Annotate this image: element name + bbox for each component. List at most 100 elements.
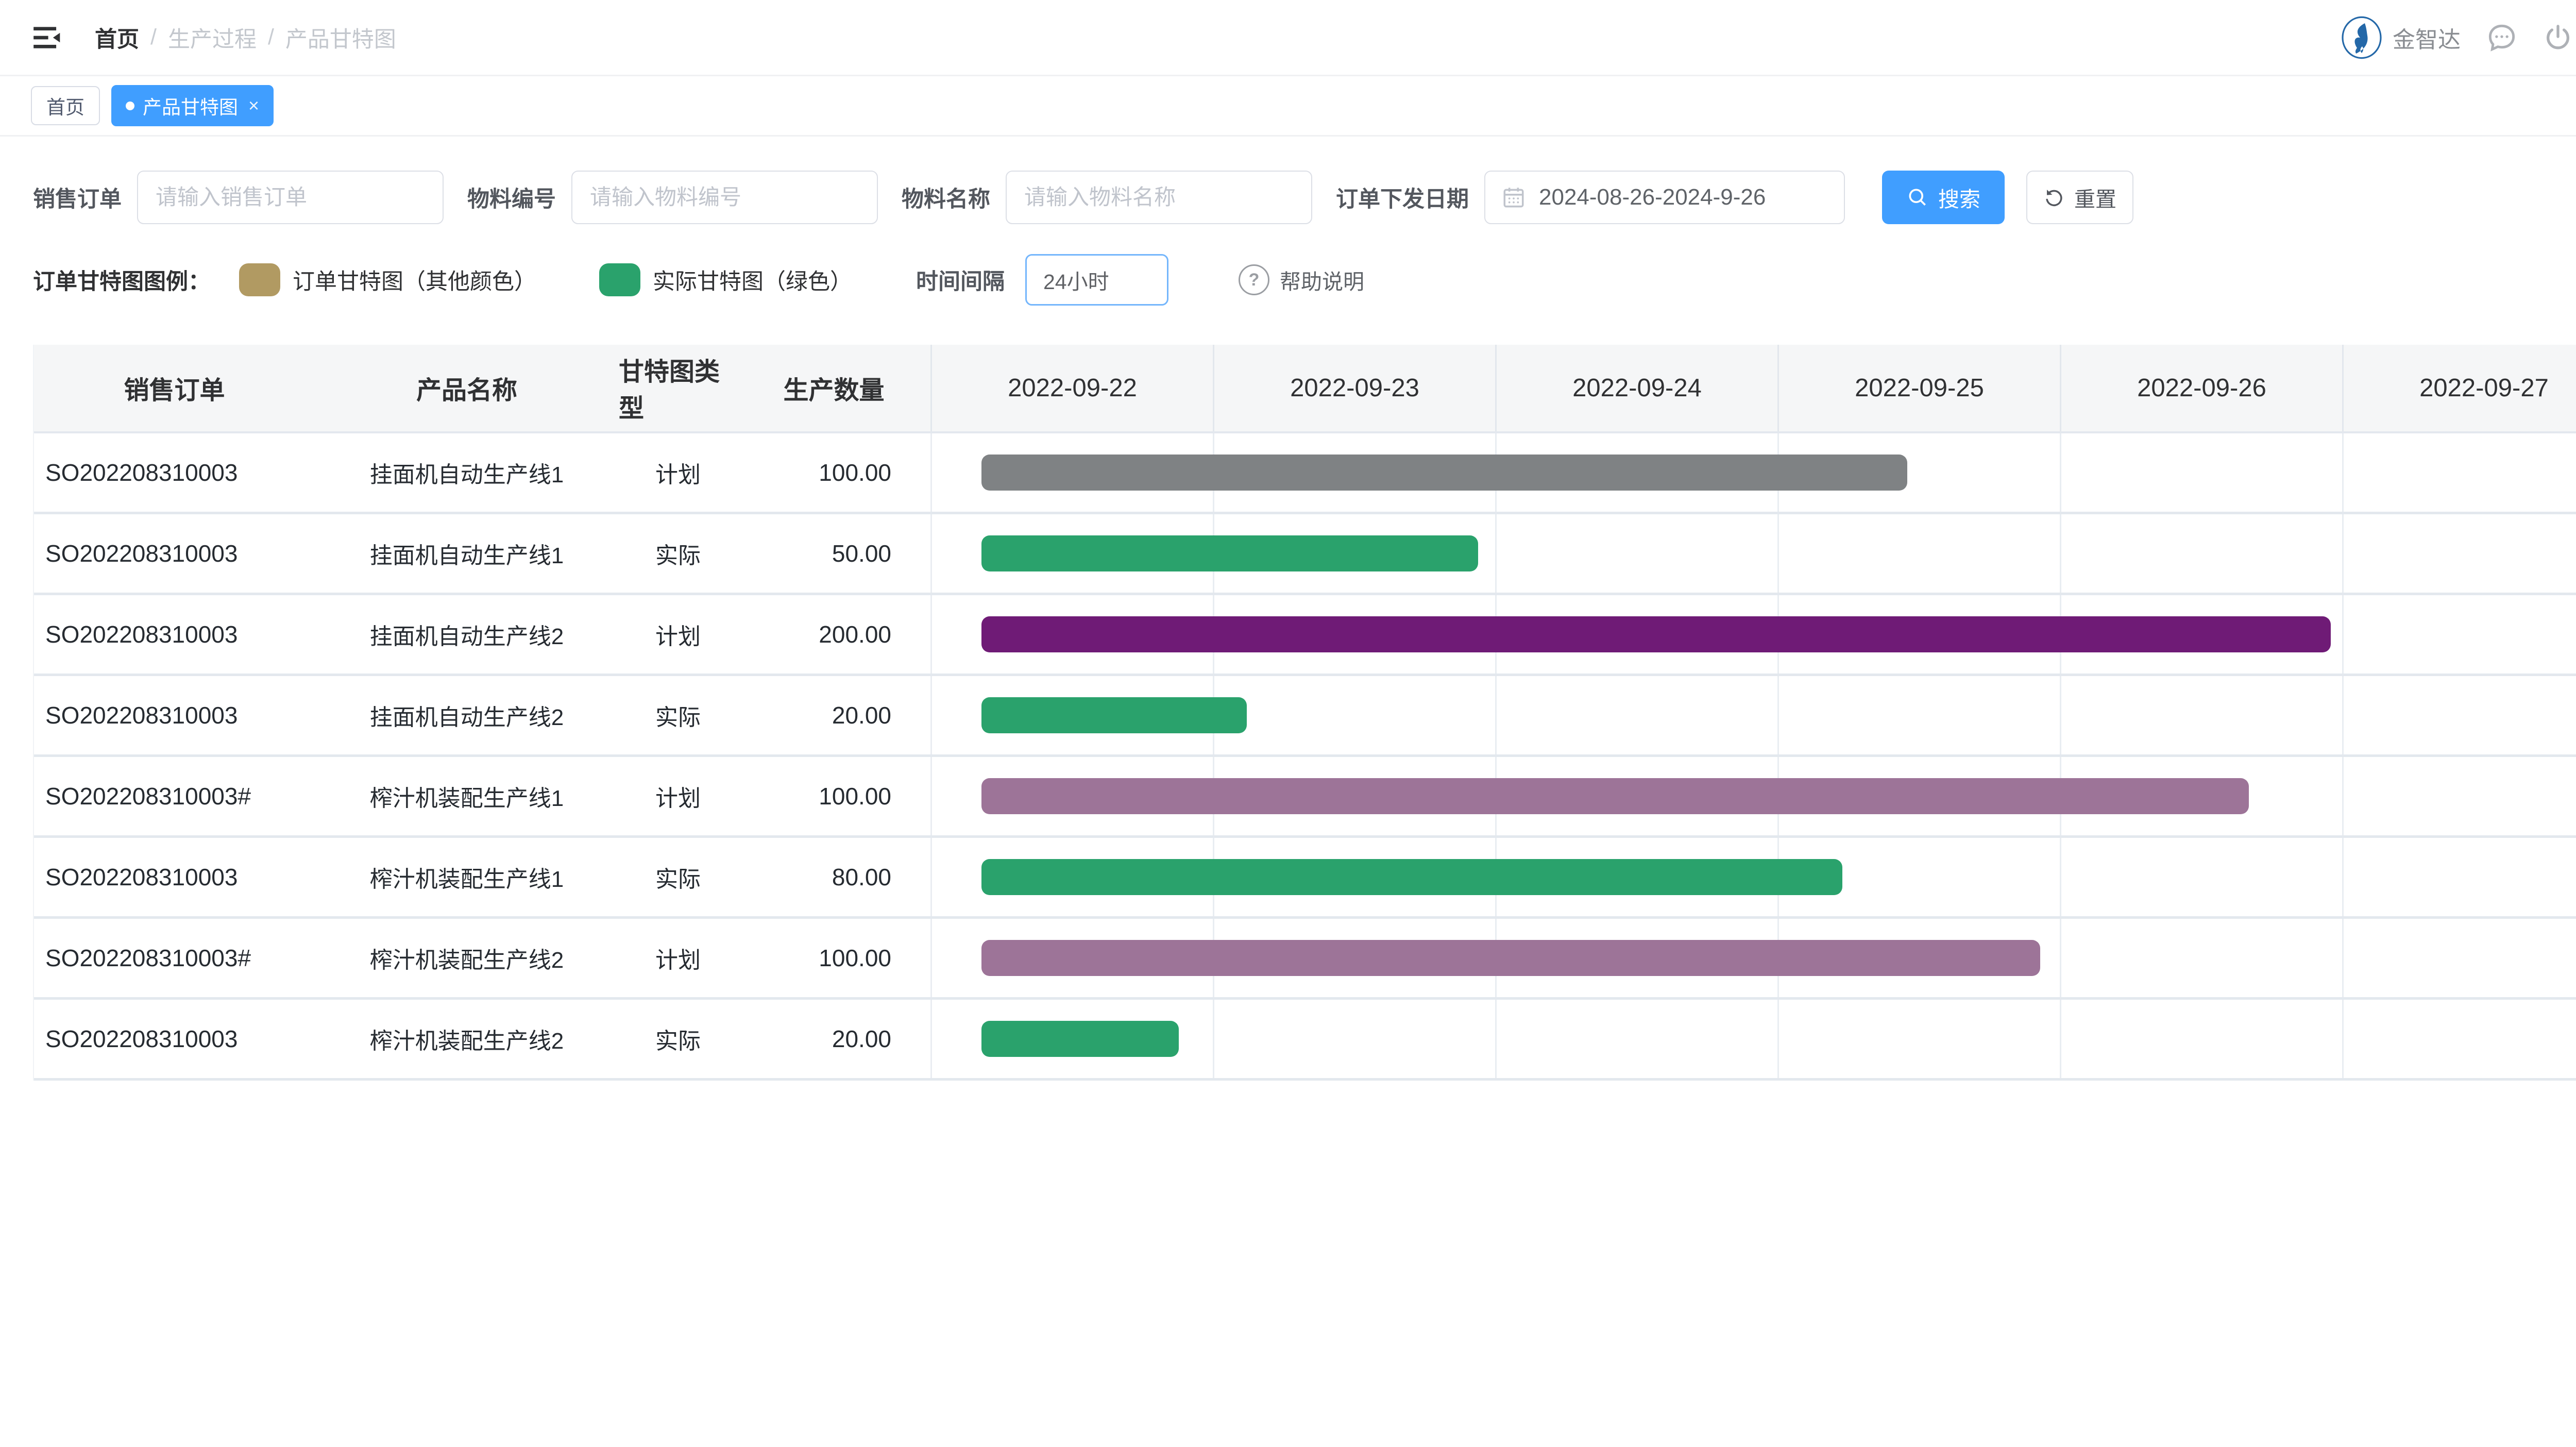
username: 金智达 [2393,21,2461,54]
header-gantt-type: 甘特图类型 [619,345,737,431]
gantt-bar[interactable] [981,697,1247,733]
sales-order-input[interactable] [137,171,444,224]
gantt-track [930,838,2576,916]
header-date: 2022-09-24 [1495,345,1777,431]
cell-quantity: 100.00 [737,919,930,997]
order-date-label: 订单下发日期 [1336,181,1469,213]
table-row: SO202208310003 挂面机自动生产线2 实际 20.00 [34,676,2576,757]
cell-quantity: 20.00 [737,1000,930,1078]
material-code-label: 物料编号 [467,181,556,213]
table-row: SO202208310003 榨汁机装配生产线2 实际 20.00 [34,1000,2576,1081]
order-gantt-swatch [239,263,280,296]
tab-home-label: 首页 [46,92,84,120]
cell-gantt-type: 实际 [619,838,737,916]
gantt-track [930,757,2576,835]
cell-product-name: 榨汁机装配生产线2 [315,919,619,997]
cell-product-name: 挂面机自动生产线1 [315,433,619,512]
gantt-bar[interactable] [981,455,1907,491]
breadcrumb: 首页 / 生产过程 / 产品甘特图 [95,22,396,54]
gantt-track [930,514,2576,593]
search-button[interactable]: 搜索 [1882,171,2005,224]
material-name-label: 物料名称 [902,181,990,213]
breadcrumb-home[interactable]: 首页 [95,22,139,54]
header-date: 2022-09-27 [2342,345,2576,431]
interval-select[interactable]: 24小时 [1025,254,1168,306]
message-icon[interactable] [2485,21,2518,54]
cell-quantity: 80.00 [737,838,930,916]
tab-product-gantt[interactable]: 产品甘特图 × [111,85,274,126]
cell-quantity: 100.00 [737,757,930,835]
gantt-bar[interactable] [981,940,2040,976]
actual-gantt-swatch [599,263,640,296]
sales-order-label: 销售订单 [33,181,122,213]
breadcrumb-separator: / [150,25,157,50]
user-menu[interactable]: 金智达 [2341,16,2461,59]
reset-button-label: 重置 [2074,182,2116,213]
top-header: 首页 / 生产过程 / 产品甘特图 金智达 [0,0,2576,76]
gantt-track [930,1000,2576,1078]
cell-gantt-type: 实际 [619,1000,737,1078]
header-date: 2022-09-22 [930,345,1213,431]
tab-home[interactable]: 首页 [31,86,100,125]
help-label: 帮助说明 [1280,264,1364,295]
sidebar-collapse-icon[interactable] [31,22,63,54]
cell-quantity: 20.00 [737,676,930,754]
table-row: SO202208310003 榨汁机装配生产线1 实际 80.00 [34,838,2576,919]
cell-quantity: 200.00 [737,595,930,674]
cell-sales-order: SO202208310003# [34,757,315,835]
gantt-track [930,433,2576,512]
legend-bar: 订单甘特图图例： 订单甘特图（其他颜色） 实际甘特图（绿色） 时间间隔 24小时… [33,254,2576,306]
order-gantt-legend-label: 订单甘特图（其他颜色） [293,264,536,296]
order-date-range-input[interactable]: 2024-08-26-2024-9-26 [1484,171,1845,224]
actual-gantt-legend-label: 实际甘特图（绿色） [653,264,852,296]
material-code-input[interactable] [571,171,878,224]
header-sales-order: 销售订单 [34,345,315,431]
gantt-bar[interactable] [981,1021,1179,1057]
breadcrumb-current: 产品甘特图 [285,22,396,54]
cell-product-name: 挂面机自动生产线1 [315,514,619,593]
tab-close-icon[interactable]: × [248,96,259,115]
search-icon [1906,186,1929,209]
header-right: 金智达 退出 [2341,16,2576,59]
header-date: 2022-09-26 [2060,345,2342,431]
cell-sales-order: SO202208310003 [34,514,315,593]
logout-button[interactable]: 退出 [2543,21,2576,54]
cell-sales-order: SO202208310003# [34,919,315,997]
reset-button[interactable]: 重置 [2026,171,2133,224]
tab-bar: 首页 产品甘特图 × [0,76,2576,137]
cell-sales-order: SO202208310003 [34,676,315,754]
table-row: SO202208310003# 榨汁机装配生产线1 计划 100.00 [34,757,2576,838]
reset-icon [2043,187,2065,208]
gantt-bar[interactable] [981,616,2331,652]
interval-label: 时间间隔 [916,264,1005,296]
page: { "header": { "breadcrumb": { "home": "首… [0,0,2576,1447]
gantt-bar[interactable] [981,778,2249,814]
cell-gantt-type: 计划 [619,757,737,835]
header-date: 2022-09-25 [1777,345,2060,431]
cell-product-name: 挂面机自动生产线2 [315,595,619,674]
help-button[interactable]: ? 帮助说明 [1239,264,1364,295]
cell-gantt-type: 计划 [619,433,737,512]
search-button-label: 搜索 [1938,182,1980,213]
main-content: 销售订单 物料编号 物料名称 订单下发日期 [0,171,2576,1081]
header-date: 2022-09-23 [1213,345,1495,431]
cell-sales-order: SO202208310003 [34,433,315,512]
active-tab-dot [126,102,134,110]
gantt-table: 销售订单 产品名称 甘特图类型 生产数量 2022-09-22 2022-09-… [33,345,2576,1081]
material-name-input[interactable] [1006,171,1312,224]
gantt-bar[interactable] [981,859,1842,895]
filter-bar: 销售订单 物料编号 物料名称 订单下发日期 [33,171,2576,224]
power-icon [2543,23,2573,53]
cell-product-name: 挂面机自动生产线2 [315,676,619,754]
breadcrumb-separator: / [268,25,274,50]
table-header-row: 销售订单 产品名称 甘特图类型 生产数量 2022-09-22 2022-09-… [34,345,2576,433]
company-logo-icon [2341,16,2382,59]
table-row: SO202208310003 挂面机自动生产线2 计划 200.00 [34,595,2576,676]
question-icon: ? [1239,264,1269,295]
gantt-bar[interactable] [981,535,1478,571]
cell-product-name: 榨汁机装配生产线1 [315,838,619,916]
cell-gantt-type: 实际 [619,514,737,593]
gantt-track [930,676,2576,754]
cell-sales-order: SO202208310003 [34,838,315,916]
cell-product-name: 榨汁机装配生产线2 [315,1000,619,1078]
